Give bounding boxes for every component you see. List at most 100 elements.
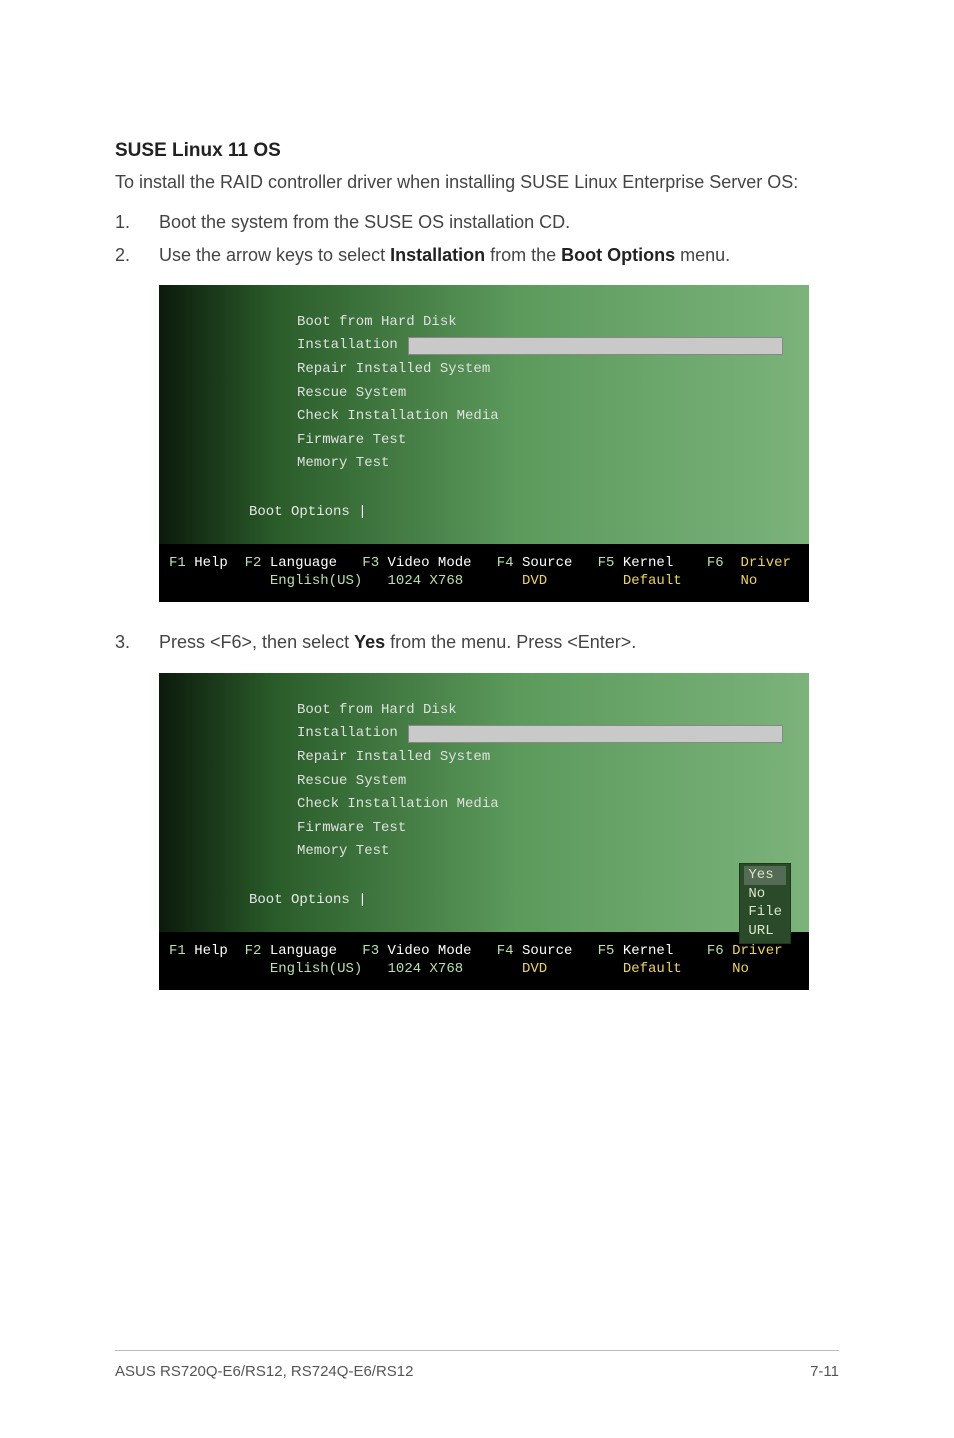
page-heading: SUSE Linux 11 OS <box>115 140 839 162</box>
fkey-label: Video Mode <box>388 555 472 571</box>
fkey-value: English(US) <box>270 573 362 589</box>
step-number: 2. <box>115 243 159 267</box>
menu-item-selected: Installation <box>297 336 398 356</box>
step-text: Press <F6>, then select Yes from the men… <box>159 630 636 654</box>
fkey-label: Driver <box>732 943 782 959</box>
fkey: F4 <box>497 555 514 571</box>
step-1: 1. Boot the system from the SUSE OS inst… <box>115 210 839 234</box>
menu-item[interactable]: Firmware Test <box>291 817 809 841</box>
f2-language[interactable]: F2 Language English(US) <box>245 554 363 590</box>
screenshot-boot-menu-2: Boot from Hard Disk Installation Repair … <box>159 673 809 991</box>
f3-video-mode[interactable]: F3 Video Mode 1024 X768 <box>362 554 496 590</box>
f4-source[interactable]: F4 Source DVD <box>497 554 598 590</box>
menu-item[interactable]: Memory Test <box>291 452 809 476</box>
fkey: F2 <box>245 555 262 571</box>
fkey-label: Language <box>270 943 337 959</box>
f6-driver[interactable]: F6 Driver No <box>690 554 791 590</box>
menu-item[interactable]: Rescue System <box>291 382 809 406</box>
fkey: F1 <box>169 555 186 571</box>
screenshot-boot-menu-1: Boot from Hard Disk Installation Repair … <box>159 285 809 603</box>
menu-item[interactable]: Boot from Hard Disk <box>291 699 809 723</box>
fkey-label: Kernel <box>623 555 673 571</box>
f6-driver-popup: Yes No File URL <box>739 863 791 945</box>
text-fragment: Press <F6>, then select <box>159 632 354 652</box>
step-text: Use the arrow keys to select Installatio… <box>159 243 730 267</box>
fkey-value <box>169 572 245 590</box>
fkey-label: Source <box>522 943 572 959</box>
popup-item-selected[interactable]: Yes <box>744 866 786 885</box>
footer-page-number: 7-11 <box>810 1363 839 1380</box>
fkey-value: No <box>740 573 757 589</box>
bold-term: Installation <box>390 245 485 265</box>
f1-help[interactable]: F1 Help <box>169 942 245 978</box>
fkey-value: 1024 X768 <box>388 573 464 589</box>
fkey-value <box>169 960 245 978</box>
step-text: Boot the system from the SUSE OS install… <box>159 210 570 234</box>
f2-language[interactable]: F2 Language English(US) <box>245 942 363 978</box>
step-number: 3. <box>115 630 159 654</box>
text-fragment: Use the arrow keys to select <box>159 245 390 265</box>
menu-item-selected-row[interactable]: Installation <box>291 722 809 746</box>
fkey-value: DVD <box>522 961 547 977</box>
boot-menu-list: Boot from Hard Disk Installation Repair … <box>291 699 809 864</box>
fkey-label: Help <box>194 943 228 959</box>
bold-term: Boot Options <box>561 245 675 265</box>
fkey: F4 <box>497 943 514 959</box>
boot-menu-area: Boot from Hard Disk Installation Repair … <box>159 673 809 932</box>
fkey: F1 <box>169 943 186 959</box>
menu-item[interactable]: Check Installation Media <box>291 405 809 429</box>
boot-options-input[interactable]: Boot Options <box>249 892 809 908</box>
menu-item[interactable]: Check Installation Media <box>291 793 809 817</box>
f6-driver[interactable]: F6 Driver No <box>690 942 782 978</box>
popup-item[interactable]: File <box>748 903 782 922</box>
fkey-value: No <box>732 961 749 977</box>
fkey-label: Driver <box>741 555 791 571</box>
selection-bar <box>408 725 783 743</box>
popup-item[interactable]: No <box>748 885 782 904</box>
menu-item-selected: Installation <box>297 724 398 744</box>
function-key-bar: F1 Help F2 Language English(US) F3 Video… <box>159 544 809 602</box>
fkey-value: DVD <box>522 573 547 589</box>
fkey-value: Default <box>623 961 682 977</box>
fkey-value: English(US) <box>270 961 362 977</box>
bold-term: Yes <box>354 632 385 652</box>
fkey-label: Source <box>522 555 572 571</box>
menu-item[interactable]: Firmware Test <box>291 429 809 453</box>
intro-text: To install the RAID controller driver wh… <box>115 170 839 194</box>
step-3: 3. Press <F6>, then select Yes from the … <box>115 630 839 654</box>
popup-item[interactable]: URL <box>748 922 782 941</box>
menu-item[interactable]: Memory Test <box>291 840 809 864</box>
step-number: 1. <box>115 210 159 234</box>
boot-menu-area: Boot from Hard Disk Installation Repair … <box>159 285 809 544</box>
f5-kernel[interactable]: F5 Kernel Default <box>598 942 690 978</box>
fkey-value: 1024 X768 <box>388 961 464 977</box>
f4-source[interactable]: F4 Source DVD <box>497 942 598 978</box>
footer-left: ASUS RS720Q-E6/RS12, RS724Q-E6/RS12 <box>115 1363 413 1380</box>
f3-video-mode[interactable]: F3 Video Mode 1024 X768 <box>362 942 496 978</box>
f5-kernel[interactable]: F5 Kernel Default <box>598 554 690 590</box>
fkey: F6 <box>707 555 724 571</box>
fkey-value: Default <box>623 573 682 589</box>
fkey-label: Help <box>194 555 228 571</box>
menu-item-selected-row[interactable]: Installation <box>291 334 809 358</box>
step-2: 2. Use the arrow keys to select Installa… <box>115 243 839 267</box>
menu-item[interactable]: Boot from Hard Disk <box>291 311 809 335</box>
fkey: F3 <box>362 943 379 959</box>
fkey: F2 <box>245 943 262 959</box>
fkey: F3 <box>362 555 379 571</box>
fkey: F5 <box>598 943 615 959</box>
fkey-label: Kernel <box>623 943 673 959</box>
selection-bar <box>408 337 783 355</box>
menu-item[interactable]: Rescue System <box>291 770 809 794</box>
text-fragment: from the <box>485 245 561 265</box>
menu-item[interactable]: Repair Installed System <box>291 746 809 770</box>
fkey: F5 <box>598 555 615 571</box>
boot-options-input[interactable]: Boot Options <box>249 504 809 520</box>
function-key-bar: F1 Help F2 Language English(US) F3 Video… <box>159 932 809 990</box>
f1-help[interactable]: F1 Help <box>169 554 245 590</box>
boot-menu-list: Boot from Hard Disk Installation Repair … <box>291 311 809 476</box>
page-footer: ASUS RS720Q-E6/RS12, RS724Q-E6/RS12 7-11 <box>115 1350 839 1380</box>
menu-item[interactable]: Repair Installed System <box>291 358 809 382</box>
text-fragment: menu. <box>675 245 730 265</box>
fkey-label: Video Mode <box>388 943 472 959</box>
